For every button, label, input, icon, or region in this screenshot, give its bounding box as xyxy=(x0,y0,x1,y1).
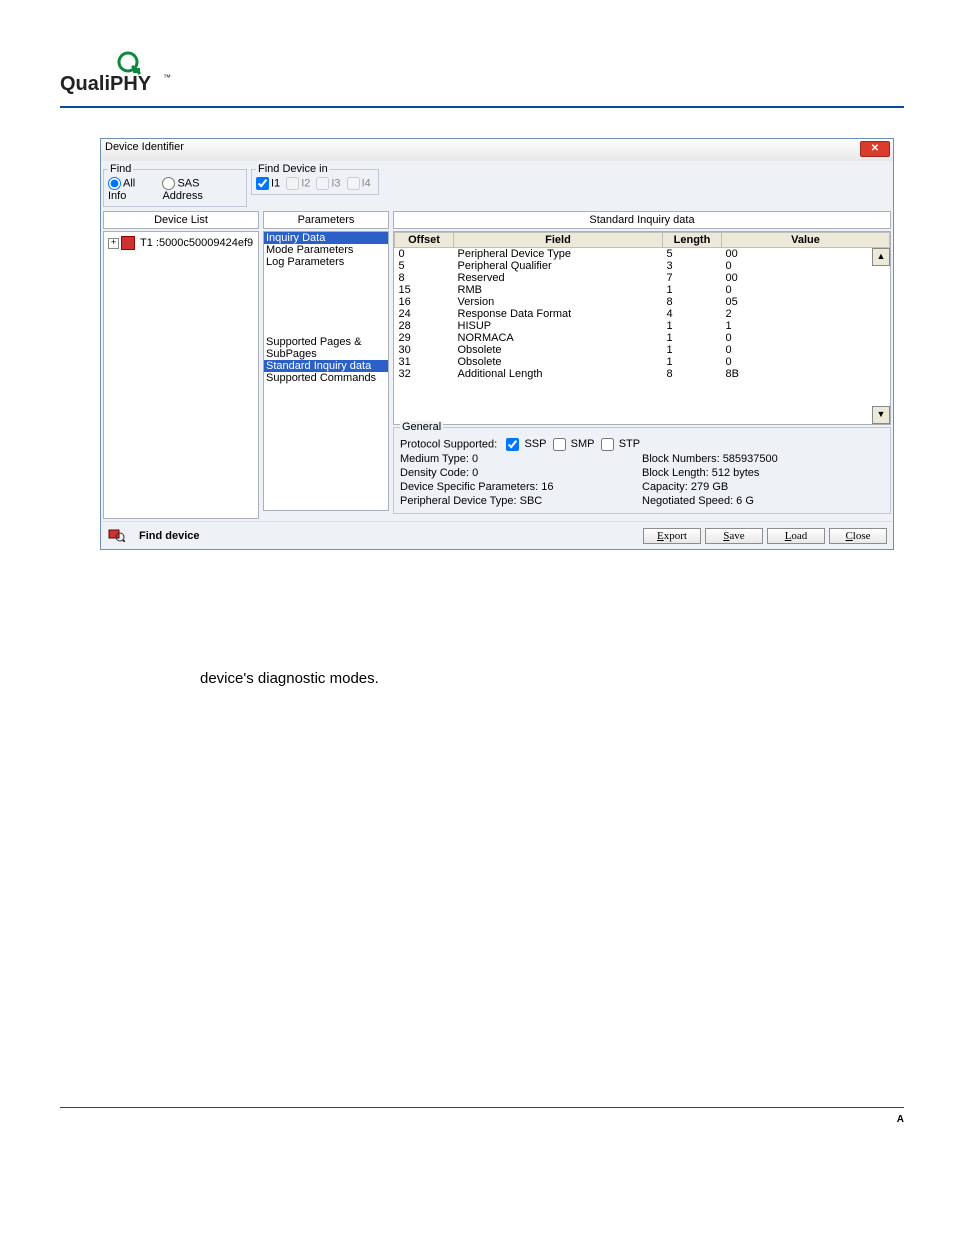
param-std-inquiry[interactable]: Standard Inquiry data xyxy=(264,360,388,372)
col-field[interactable]: Field xyxy=(454,233,663,248)
find-device-in-group: Find Device in I1 I2 I3 I4 xyxy=(251,163,379,195)
table-row[interactable]: 16Version805 xyxy=(395,296,890,308)
table-row[interactable]: 32Additional Length88B xyxy=(395,368,890,380)
param-supported-cmds[interactable]: Supported Commands xyxy=(264,372,388,384)
table-row[interactable]: 29NORMACA10 xyxy=(395,332,890,344)
table-header-row: Offset Field Length Value xyxy=(395,233,890,248)
bottom-bar: Find device Export Save Load Close xyxy=(101,521,893,549)
check-smp[interactable]: SMP xyxy=(553,438,595,450)
save-button[interactable]: Save xyxy=(705,528,763,544)
parameters-header[interactable]: Parameters xyxy=(263,211,389,229)
param-log[interactable]: Log Parameters xyxy=(264,256,388,268)
check-i1[interactable]: I1 xyxy=(256,177,280,190)
close-icon[interactable]: ✕ xyxy=(860,141,890,157)
radio-all-info[interactable]: All Info xyxy=(108,177,156,202)
search-device-icon xyxy=(107,526,125,545)
inquiry-table-title: Standard Inquiry data xyxy=(393,211,891,229)
check-i2: I2 xyxy=(286,177,310,190)
check-ssp[interactable]: SSP xyxy=(506,438,546,450)
table-row[interactable]: 28HISUP11 xyxy=(395,320,890,332)
find-group: Find All Info SAS Address xyxy=(103,163,247,207)
col-offset[interactable]: Offset xyxy=(395,233,454,248)
device-identifier-dialog: Device Identifier ✕ Find All Info SAS Ad… xyxy=(100,138,894,550)
col-length[interactable]: Length xyxy=(663,233,722,248)
check-i4: I4 xyxy=(347,177,371,190)
titlebar: Device Identifier ✕ xyxy=(101,139,893,161)
export-button[interactable]: Export xyxy=(643,528,701,544)
capacity: Capacity: 279 GB xyxy=(642,481,884,493)
table-row[interactable]: 8Reserved700 xyxy=(395,272,890,284)
body-text: device's diagnostic modes. xyxy=(200,670,904,687)
page-footer: A xyxy=(60,1107,904,1125)
param-supported-pages[interactable]: Supported Pages & SubPages xyxy=(264,336,388,360)
find-legend: Find xyxy=(108,163,133,175)
check-i3: I3 xyxy=(316,177,340,190)
load-button[interactable]: Load xyxy=(767,528,825,544)
protocol-supported: Protocol Supported: SSP SMP STP xyxy=(400,438,642,451)
table-row[interactable]: 0Peripheral Device Type500 xyxy=(395,248,890,261)
radio-sas-address[interactable]: SAS Address xyxy=(162,177,242,202)
window-title: Device Identifier xyxy=(105,141,184,153)
negotiated-speed: Negotiated Speed: 6 G xyxy=(642,495,884,507)
table-row[interactable]: 15RMB10 xyxy=(395,284,890,296)
find-in-legend: Find Device in xyxy=(256,163,330,175)
parameters-list[interactable]: Inquiry Data Mode Parameters Log Paramet… xyxy=(263,231,389,511)
block-numbers: Block Numbers: 585937500 xyxy=(642,453,884,465)
general-group: General Protocol Supported: SSP SMP STP … xyxy=(393,427,891,514)
close-button[interactable]: Close xyxy=(829,528,887,544)
tree-expand-icon[interactable]: + xyxy=(108,238,119,249)
table-row[interactable]: 31Obsolete10 xyxy=(395,356,890,368)
device-list-header[interactable]: Device List xyxy=(103,211,259,229)
inquiry-table: Offset Field Length Value 0Peripheral De… xyxy=(393,231,891,425)
param-mode[interactable]: Mode Parameters xyxy=(264,244,388,256)
svg-text:QualiPHY: QualiPHY xyxy=(60,73,152,95)
scroll-up-icon[interactable]: ▲ xyxy=(872,248,890,266)
density-code: Density Code: 0 xyxy=(400,467,642,479)
table-row[interactable]: 24Response Data Format42 xyxy=(395,308,890,320)
qualiphy-logo: QualiPHY ™ xyxy=(60,50,904,100)
device-tree-item[interactable]: + T1 :5000c50009424ef9 xyxy=(108,236,254,250)
scroll-down-icon[interactable]: ▼ xyxy=(872,406,890,424)
device-list[interactable]: + T1 :5000c50009424ef9 xyxy=(103,231,259,519)
header-divider xyxy=(60,106,904,108)
table-row[interactable]: 30Obsolete10 xyxy=(395,344,890,356)
check-stp[interactable]: STP xyxy=(601,438,640,450)
general-legend: General xyxy=(400,421,443,433)
device-icon xyxy=(121,236,135,250)
medium-type: Medium Type: 0 xyxy=(400,453,642,465)
param-inquiry[interactable]: Inquiry Data xyxy=(264,232,388,244)
device-specific: Device Specific Parameters: 16 xyxy=(400,481,642,493)
table-row[interactable]: 5Peripheral Qualifier30 xyxy=(395,260,890,272)
find-device-button[interactable]: Find device xyxy=(139,530,200,542)
block-length: Block Length: 512 bytes xyxy=(642,467,884,479)
peripheral-type: Peripheral Device Type: SBC xyxy=(400,495,642,507)
col-value[interactable]: Value xyxy=(722,233,890,248)
svg-text:™: ™ xyxy=(163,73,171,82)
